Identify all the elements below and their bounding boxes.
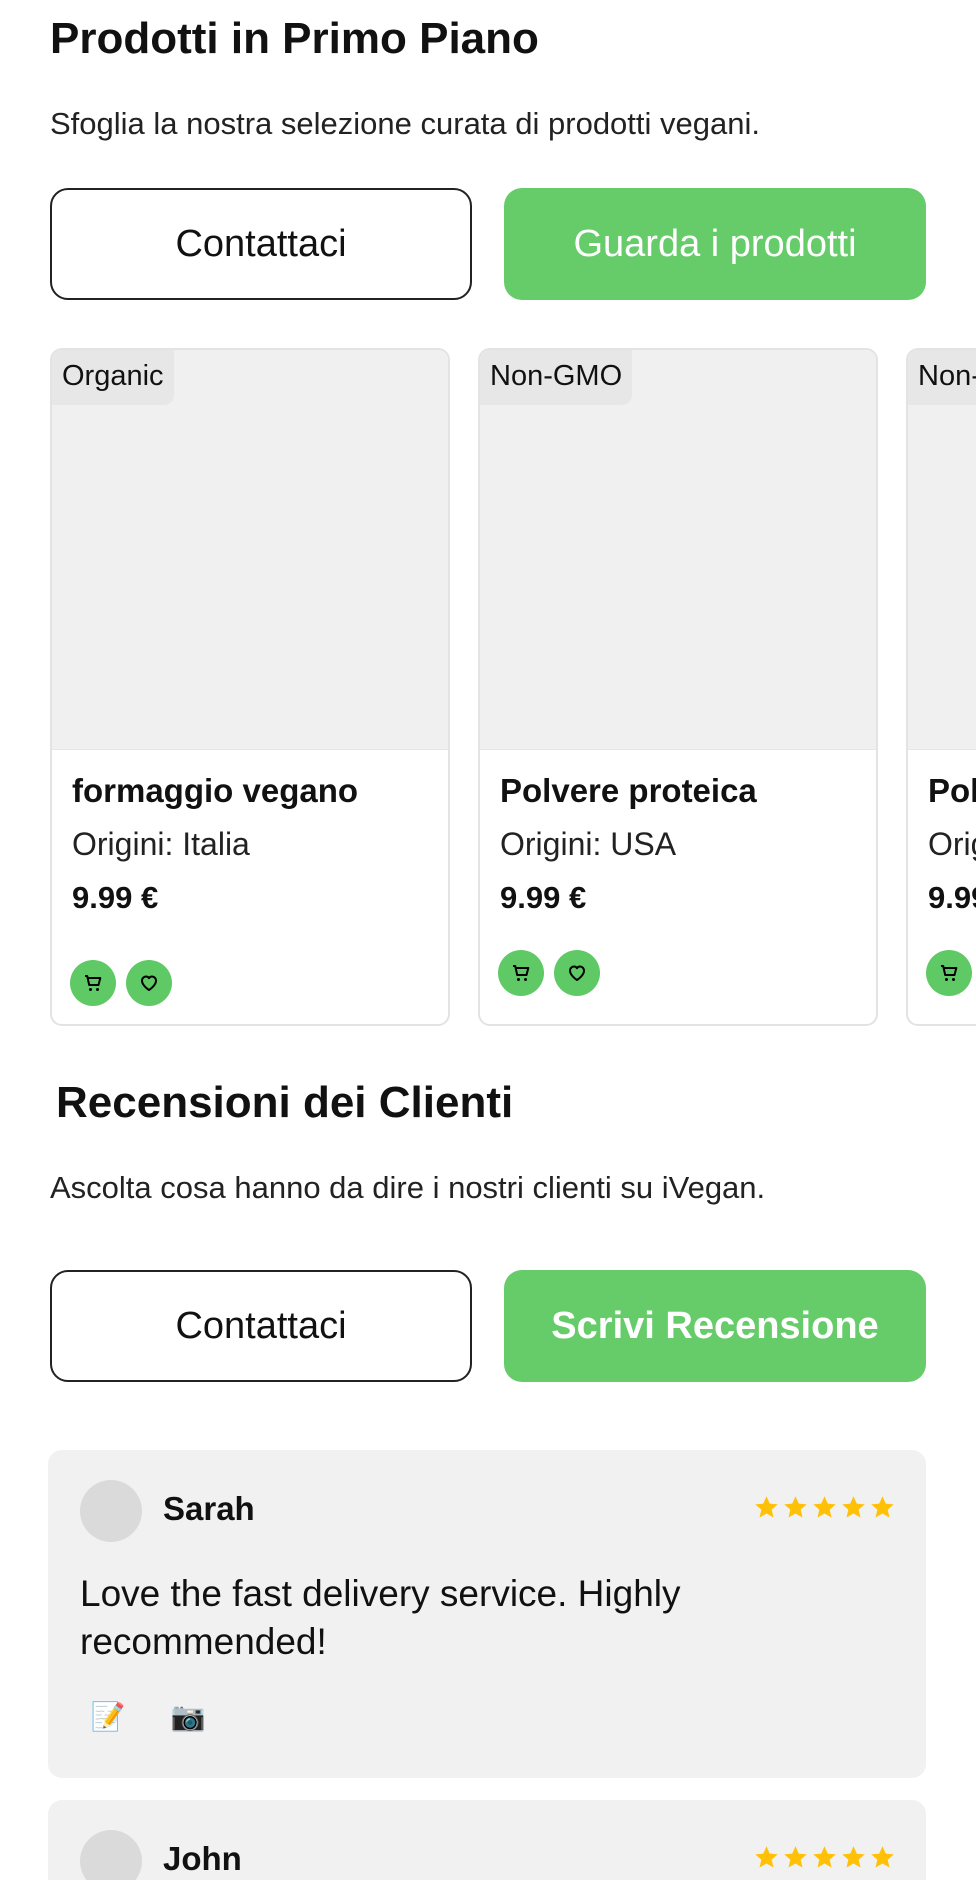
review-attachments: 📝 📷 xyxy=(88,1700,208,1733)
camera-icon[interactable]: 📷 xyxy=(168,1700,208,1733)
pencil-icon[interactable]: 📝 xyxy=(88,1700,128,1733)
product-carousel[interactable]: Organic formaggio vegano Origini: Italia… xyxy=(50,348,976,1028)
product-origin: Origini: USA xyxy=(500,826,677,862)
product-name: formaggio vegano xyxy=(72,772,359,809)
product-price: 9.99 € xyxy=(500,880,587,915)
heart-icon xyxy=(569,965,585,981)
star-icon xyxy=(813,1496,836,1518)
review-text: Love the fast delivery service. Highly r… xyxy=(80,1573,681,1662)
product-card[interactable]: Non-GMO Polvere proteica Origini: USA 9.… xyxy=(478,348,878,1026)
product-actions xyxy=(926,950,976,996)
featured-title: Prodotti in Primo Piano xyxy=(50,14,539,63)
add-to-cart-button[interactable] xyxy=(926,950,972,996)
star-icon xyxy=(871,1496,894,1518)
rating-stars xyxy=(753,1494,896,1521)
product-image xyxy=(908,350,976,750)
star-icon xyxy=(755,1846,778,1868)
review-card: Sarah Love the fast delivery service. Hi… xyxy=(48,1450,926,1778)
product-image xyxy=(480,350,876,750)
star-icon xyxy=(842,1496,865,1518)
star-icon xyxy=(842,1846,865,1868)
view-products-button[interactable]: Guarda i prodotti xyxy=(504,188,926,300)
product-image xyxy=(52,350,448,750)
review-card: John xyxy=(48,1800,926,1880)
product-actions xyxy=(70,960,172,1006)
add-to-cart-button[interactable] xyxy=(70,960,116,1006)
product-tag: Non-GMO xyxy=(908,350,976,405)
heart-icon xyxy=(141,975,157,991)
rating-stars xyxy=(753,1844,896,1871)
product-price: 9.99 € xyxy=(928,880,976,915)
product-tag: Non-GMO xyxy=(480,350,633,405)
cart-icon xyxy=(513,965,530,981)
reviewer-name: Sarah xyxy=(163,1490,255,1527)
avatar xyxy=(80,1480,142,1542)
reviews-title: Recensioni dei Clienti xyxy=(56,1078,514,1127)
product-origin: Origini: USA xyxy=(928,826,976,862)
product-name: Polvere proteica xyxy=(500,772,757,809)
write-review-button[interactable]: Scrivi Recensione xyxy=(504,1270,926,1382)
reviewer-name: John xyxy=(163,1840,242,1877)
featured-description: Sfoglia la nostra selezione curata di pr… xyxy=(50,106,760,141)
star-icon xyxy=(871,1846,894,1868)
favorite-button[interactable] xyxy=(126,960,172,1006)
reviews-description: Ascolta cosa hanno da dire i nostri clie… xyxy=(50,1170,766,1205)
reviews-contact-button[interactable]: Contattaci xyxy=(50,1270,472,1382)
product-actions xyxy=(498,950,600,996)
product-card[interactable]: Non-GMO Polvere proteica Origini: USA 9.… xyxy=(906,348,976,1026)
add-to-cart-button[interactable] xyxy=(498,950,544,996)
cart-icon xyxy=(85,975,102,991)
contact-button[interactable]: Contattaci xyxy=(50,188,472,300)
product-origin: Origini: Italia xyxy=(72,826,250,862)
star-icon xyxy=(755,1496,778,1518)
product-name: Polvere proteica xyxy=(928,772,976,809)
product-tag: Organic xyxy=(52,350,174,405)
avatar xyxy=(80,1830,142,1880)
product-card[interactable]: Organic formaggio vegano Origini: Italia… xyxy=(50,348,450,1026)
star-icon xyxy=(813,1846,836,1868)
favorite-button[interactable] xyxy=(554,950,600,996)
product-price: 9.99 € xyxy=(72,880,159,915)
cart-icon xyxy=(941,965,958,981)
star-icon xyxy=(784,1846,807,1868)
star-icon xyxy=(784,1496,807,1518)
